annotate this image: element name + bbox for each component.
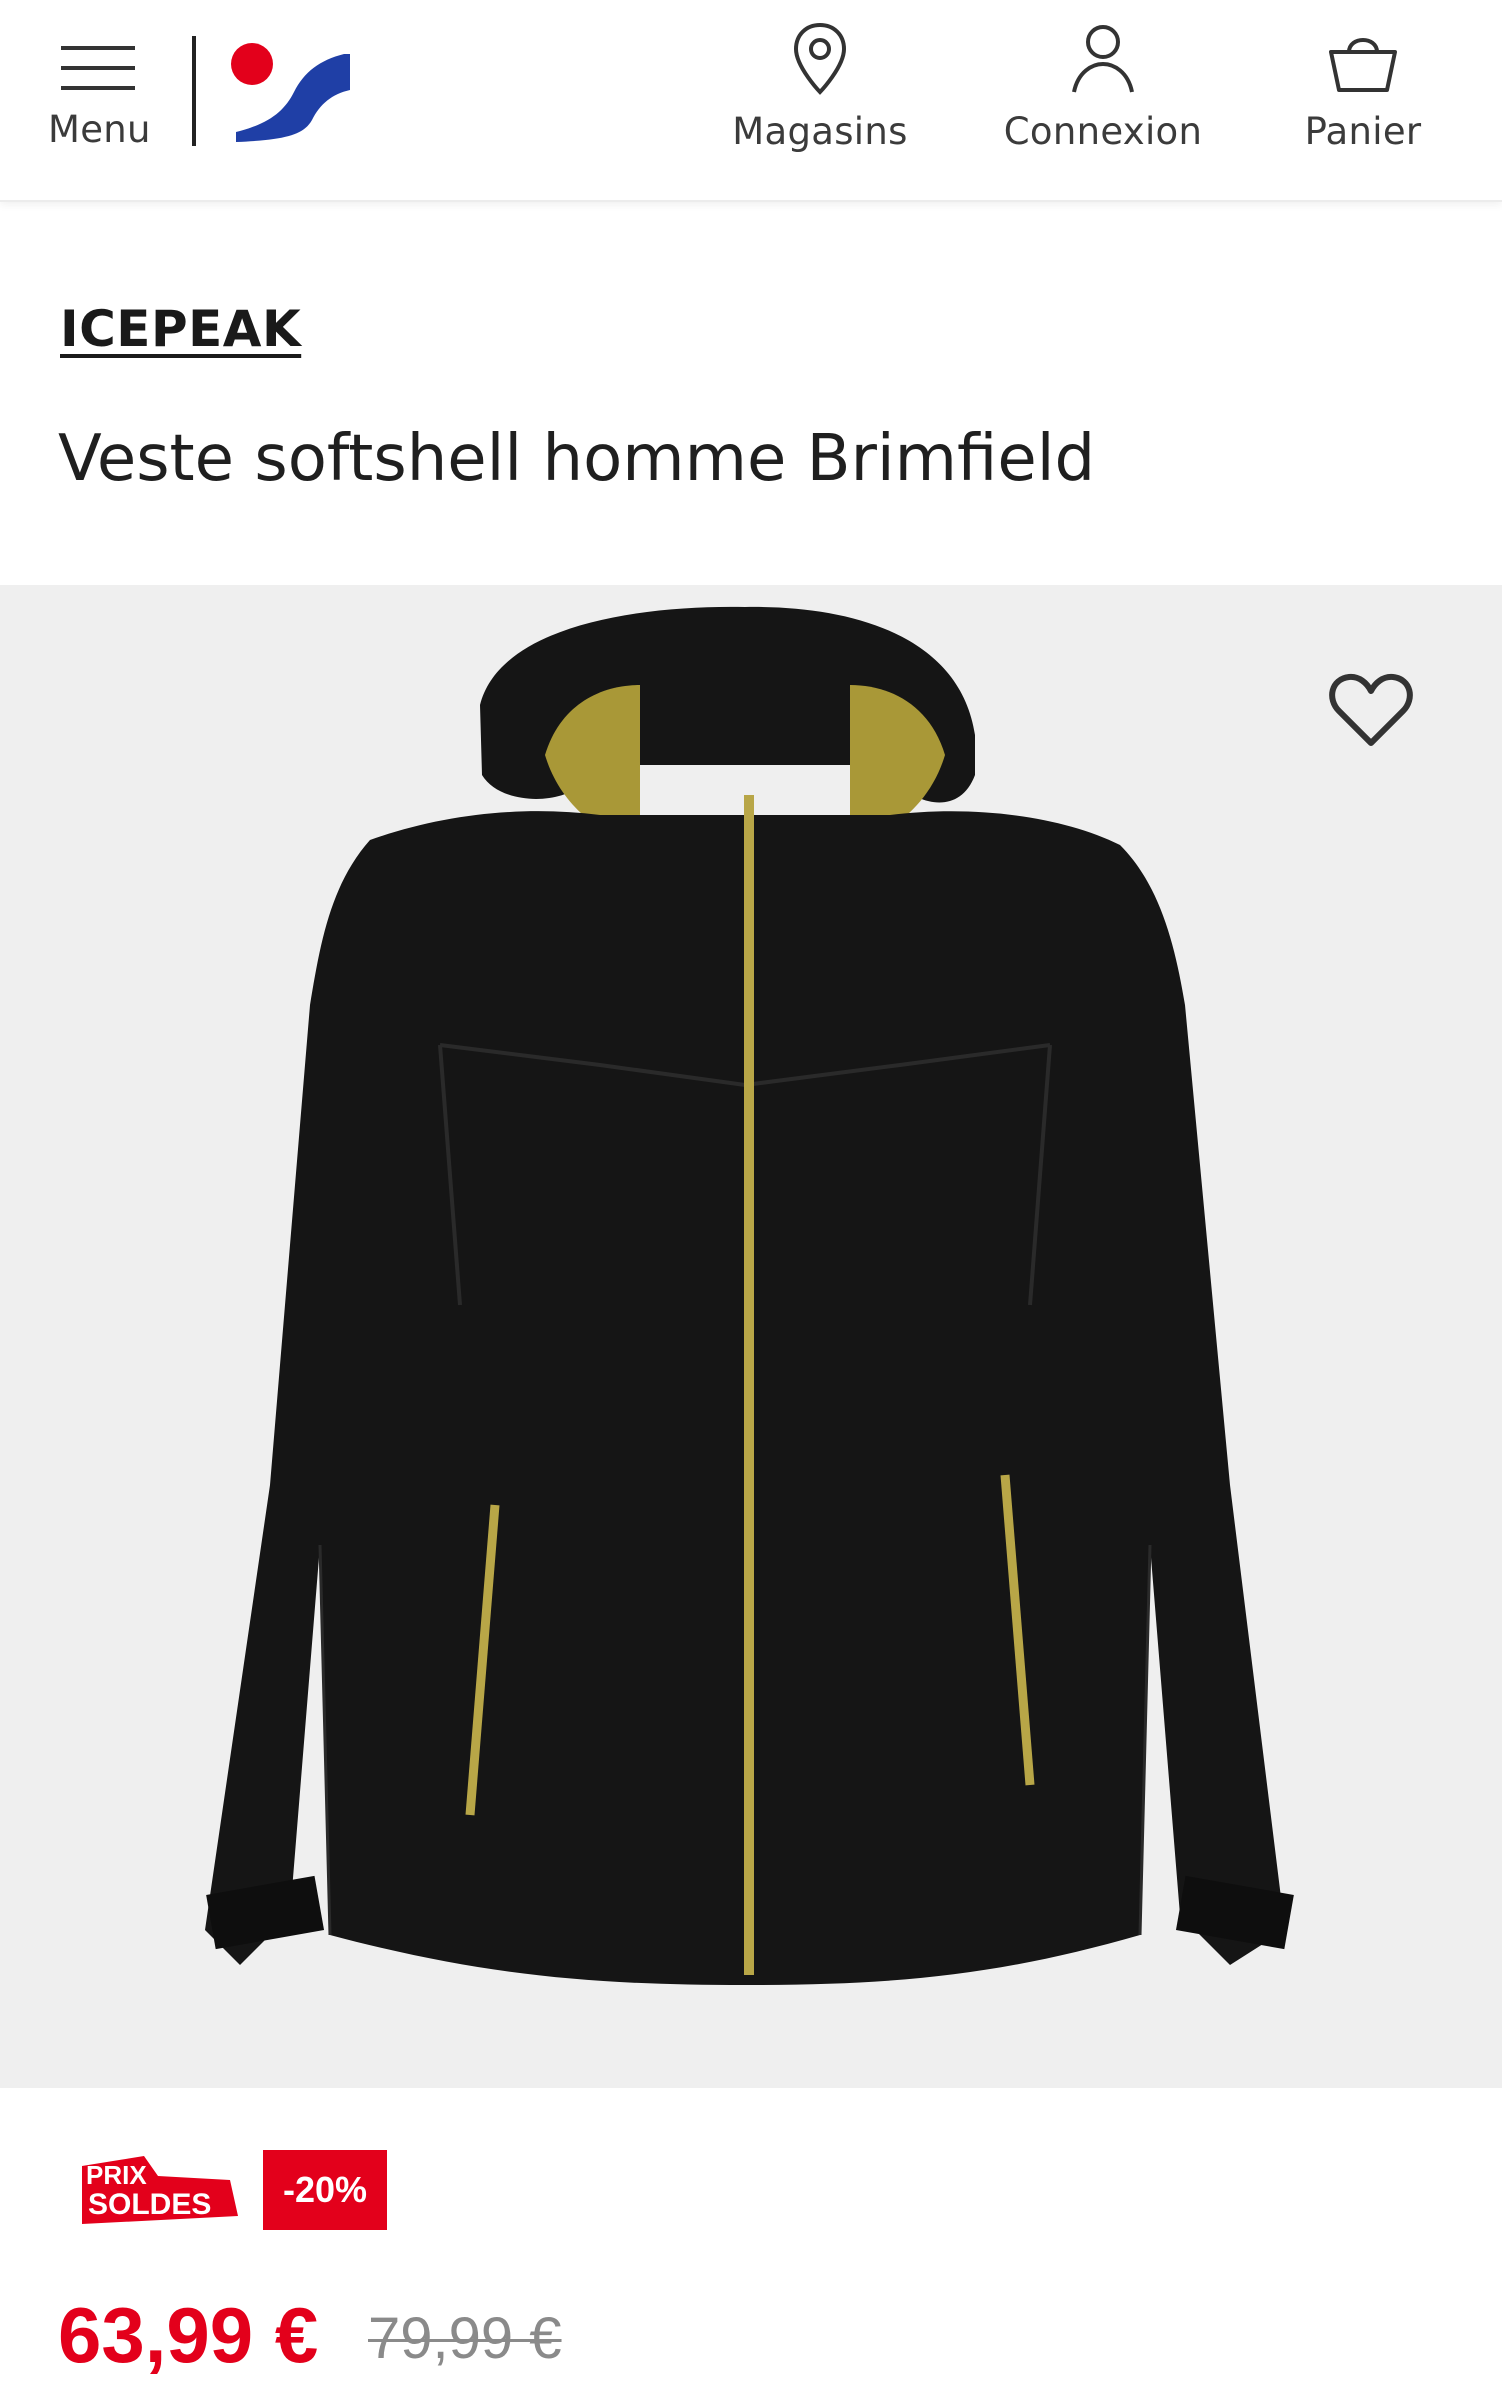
basket-icon	[1329, 38, 1397, 92]
cart-button[interactable]: Panier	[1290, 20, 1436, 153]
location-pin-icon	[793, 22, 847, 95]
intersport-logo[interactable]	[228, 34, 352, 146]
jacket-illustration	[205, 606, 1294, 1985]
sale-badge-line2: SOLDES	[88, 2188, 211, 2221]
stores-label: Magasins	[732, 110, 908, 153]
hamburger-icon	[61, 46, 135, 90]
cart-label: Panier	[1304, 110, 1422, 153]
product-title: Veste softshell homme Brimfield	[58, 422, 1096, 496]
header-divider	[192, 36, 196, 146]
login-label: Connexion	[1003, 110, 1203, 153]
discount-badge: -20%	[263, 2150, 387, 2230]
current-price: 63,99 €	[58, 2291, 319, 2379]
stores-button[interactable]: Magasins	[720, 20, 920, 153]
sale-badge-line1: PRIX	[86, 2160, 147, 2190]
menu-label: Menu	[48, 108, 151, 151]
original-price: 79,99 €	[368, 2306, 562, 2371]
menu-button[interactable]: Menu	[48, 38, 151, 151]
heart-icon[interactable]	[1325, 665, 1417, 757]
top-nav-bar: Menu Magasins Connexion Panier	[0, 0, 1502, 202]
login-button[interactable]: Connexion	[988, 20, 1218, 153]
user-icon	[1072, 25, 1134, 93]
product-brand-link[interactable]: ICEPEAK	[60, 300, 301, 358]
sale-badge: PRIX SOLDES	[82, 2156, 238, 2224]
product-image[interactable]	[0, 585, 1502, 2088]
